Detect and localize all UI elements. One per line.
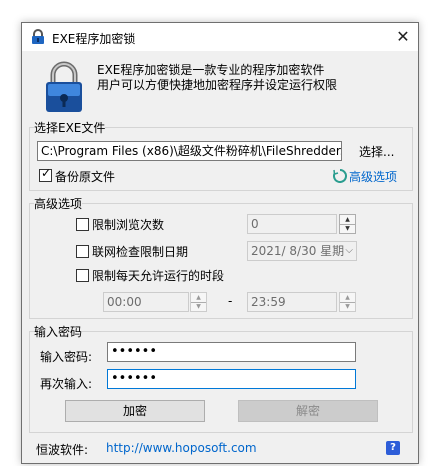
advanced-options-link[interactable]: 高级选项: [349, 168, 397, 185]
limit-views-label: 限制浏览次数: [92, 218, 165, 232]
backup-checkbox[interactable]: ✓: [39, 166, 52, 182]
file-path-input[interactable]: C:\Program Files (x86)\超级文件粉碎机\FileShred…: [37, 141, 342, 161]
time-separator: -: [228, 294, 233, 308]
website-link[interactable]: http://www.hoposoft.com: [106, 441, 257, 455]
limit-date-picker[interactable]: 2021/ 8/30 星期 ⌵: [247, 241, 357, 261]
app-window: EXE程序加密锁 ✕ EXE程序加密锁是一款专业的程序加密软件 用户可以方便快捷…: [21, 22, 419, 464]
password-input[interactable]: ••••••: [107, 342, 356, 362]
limit-views-spinner[interactable]: ▲ ▼: [339, 214, 356, 234]
encrypt-button[interactable]: 加密: [65, 400, 205, 422]
limit-date-value: 2021/ 8/30 星期: [251, 244, 345, 258]
title-bar: EXE程序加密锁 ✕: [22, 23, 418, 51]
time-end-input[interactable]: 23:59: [247, 292, 337, 312]
chevron-down-icon[interactable]: ⌵: [345, 242, 353, 260]
padlock-icon: [46, 61, 82, 112]
backup-label: 备份原文件: [55, 170, 116, 184]
time-start-input[interactable]: 00:00: [103, 292, 189, 312]
limit-views-input[interactable]: 0: [247, 214, 337, 234]
close-icon[interactable]: ✕: [388, 23, 418, 51]
time-end-spinner[interactable]: ▲ ▼: [339, 292, 356, 312]
intro-line-1: EXE程序加密锁是一款专业的程序加密软件: [97, 63, 325, 77]
spin-down-icon[interactable]: ▼: [340, 302, 355, 311]
time-start-spinner[interactable]: ▲ ▼: [190, 292, 207, 312]
password-group-label: 输入密码: [34, 323, 83, 340]
checkmark-icon: ✓: [41, 166, 52, 180]
brand-label: 恒波软件:: [36, 443, 89, 457]
intro-text: EXE程序加密锁是一款专业的程序加密软件 用户可以方便快捷地加密程序并设定运行权…: [97, 63, 337, 93]
window-title: EXE程序加密锁: [52, 32, 136, 46]
confirm-password-input[interactable]: ••••••: [107, 369, 356, 389]
advanced-group-label: 高级选项: [34, 195, 83, 212]
limit-views-checkbox[interactable]: [76, 218, 89, 231]
file-group-label: 选择EXE文件: [34, 119, 106, 136]
limit-time-checkbox[interactable]: [76, 269, 89, 282]
lock-app-icon: [32, 29, 44, 44]
limit-date-checkbox[interactable]: [76, 245, 89, 258]
advanced-options-icon: [333, 169, 347, 183]
help-icon[interactable]: ?: [386, 441, 400, 455]
decrypt-button[interactable]: 解密: [238, 400, 378, 422]
limit-time-label: 限制每天允许运行的时段: [92, 269, 225, 283]
spin-down-icon[interactable]: ▼: [340, 224, 355, 233]
limit-date-label: 联网检查限制日期: [92, 245, 189, 259]
confirm-password-label: 再次输入:: [40, 377, 93, 391]
spin-down-icon[interactable]: ▼: [191, 302, 206, 311]
intro-line-2: 用户可以方便快捷地加密程序并设定运行权限: [97, 78, 338, 92]
browse-button[interactable]: 选择...: [359, 143, 394, 160]
password-label: 输入密码:: [40, 350, 93, 364]
